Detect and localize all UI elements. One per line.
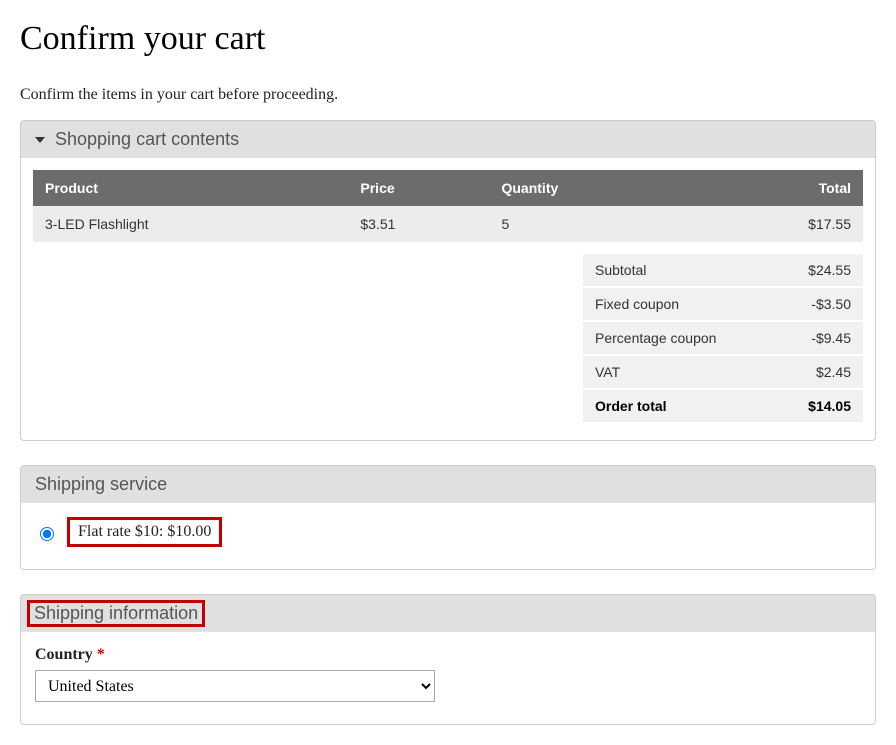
cell-price: $3.51 bbox=[348, 206, 489, 242]
summary-label: Subtotal bbox=[583, 254, 775, 287]
col-quantity: Quantity bbox=[489, 170, 688, 206]
summary-table: Subtotal $24.55 Fixed coupon -$3.50 Perc… bbox=[583, 254, 863, 424]
cart-panel-toggle[interactable]: Shopping cart contents bbox=[21, 121, 875, 158]
summary-value: -$9.45 bbox=[775, 321, 863, 355]
cart-table: Product Price Quantity Total 3-LED Flash… bbox=[33, 170, 863, 242]
summary-value: -$3.50 bbox=[775, 287, 863, 321]
shipping-info-heading: Shipping information bbox=[27, 600, 205, 627]
col-total: Total bbox=[689, 170, 863, 206]
summary-row: Subtotal $24.55 bbox=[583, 254, 863, 287]
summary-label: Order total bbox=[583, 389, 775, 423]
chevron-down-icon bbox=[35, 137, 45, 143]
summary-row: Percentage coupon -$9.45 bbox=[583, 321, 863, 355]
summary-row-total: Order total $14.05 bbox=[583, 389, 863, 423]
required-mark: * bbox=[97, 646, 105, 663]
shipping-service-body: Flat rate $10: $10.00 bbox=[21, 503, 875, 569]
page-intro: Confirm the items in your cart before pr… bbox=[20, 86, 876, 104]
country-label: Country * bbox=[35, 646, 861, 664]
summary-row: VAT $2.45 bbox=[583, 355, 863, 389]
summary-value: $2.45 bbox=[775, 355, 863, 389]
table-row: 3-LED Flashlight $3.51 5 $17.55 bbox=[33, 206, 863, 242]
page-title: Confirm your cart bbox=[20, 20, 876, 58]
summary-label: VAT bbox=[583, 355, 775, 389]
country-select[interactable]: United States bbox=[35, 670, 435, 702]
col-price: Price bbox=[348, 170, 489, 206]
cell-total: $17.55 bbox=[689, 206, 863, 242]
country-label-text: Country bbox=[35, 646, 93, 663]
summary-label: Percentage coupon bbox=[583, 321, 775, 355]
shipping-info-panel: Shipping information Country * United St… bbox=[20, 594, 876, 725]
summary-label: Fixed coupon bbox=[583, 287, 775, 321]
shipping-service-panel: Shipping service Flat rate $10: $10.00 bbox=[20, 465, 876, 570]
summary-value: $24.55 bbox=[775, 254, 863, 287]
summary-row: Fixed coupon -$3.50 bbox=[583, 287, 863, 321]
flat-rate-label[interactable]: Flat rate $10: $10.00 bbox=[67, 517, 222, 547]
shipping-service-heading: Shipping service bbox=[35, 474, 167, 495]
shipping-info-heading-bar: Shipping information bbox=[21, 595, 875, 632]
shipping-service-heading-bar: Shipping service bbox=[21, 466, 875, 503]
flat-rate-radio[interactable] bbox=[40, 527, 54, 541]
summary-value: $14.05 bbox=[775, 389, 863, 423]
cart-panel: Shopping cart contents Product Price Qua… bbox=[20, 120, 876, 441]
cell-quantity: 5 bbox=[489, 206, 688, 242]
col-product: Product bbox=[33, 170, 348, 206]
cart-panel-heading: Shopping cart contents bbox=[55, 129, 239, 150]
shipping-info-body: Country * United States bbox=[21, 632, 875, 724]
cell-product: 3-LED Flashlight bbox=[33, 206, 348, 242]
cart-panel-body: Product Price Quantity Total 3-LED Flash… bbox=[21, 158, 875, 440]
